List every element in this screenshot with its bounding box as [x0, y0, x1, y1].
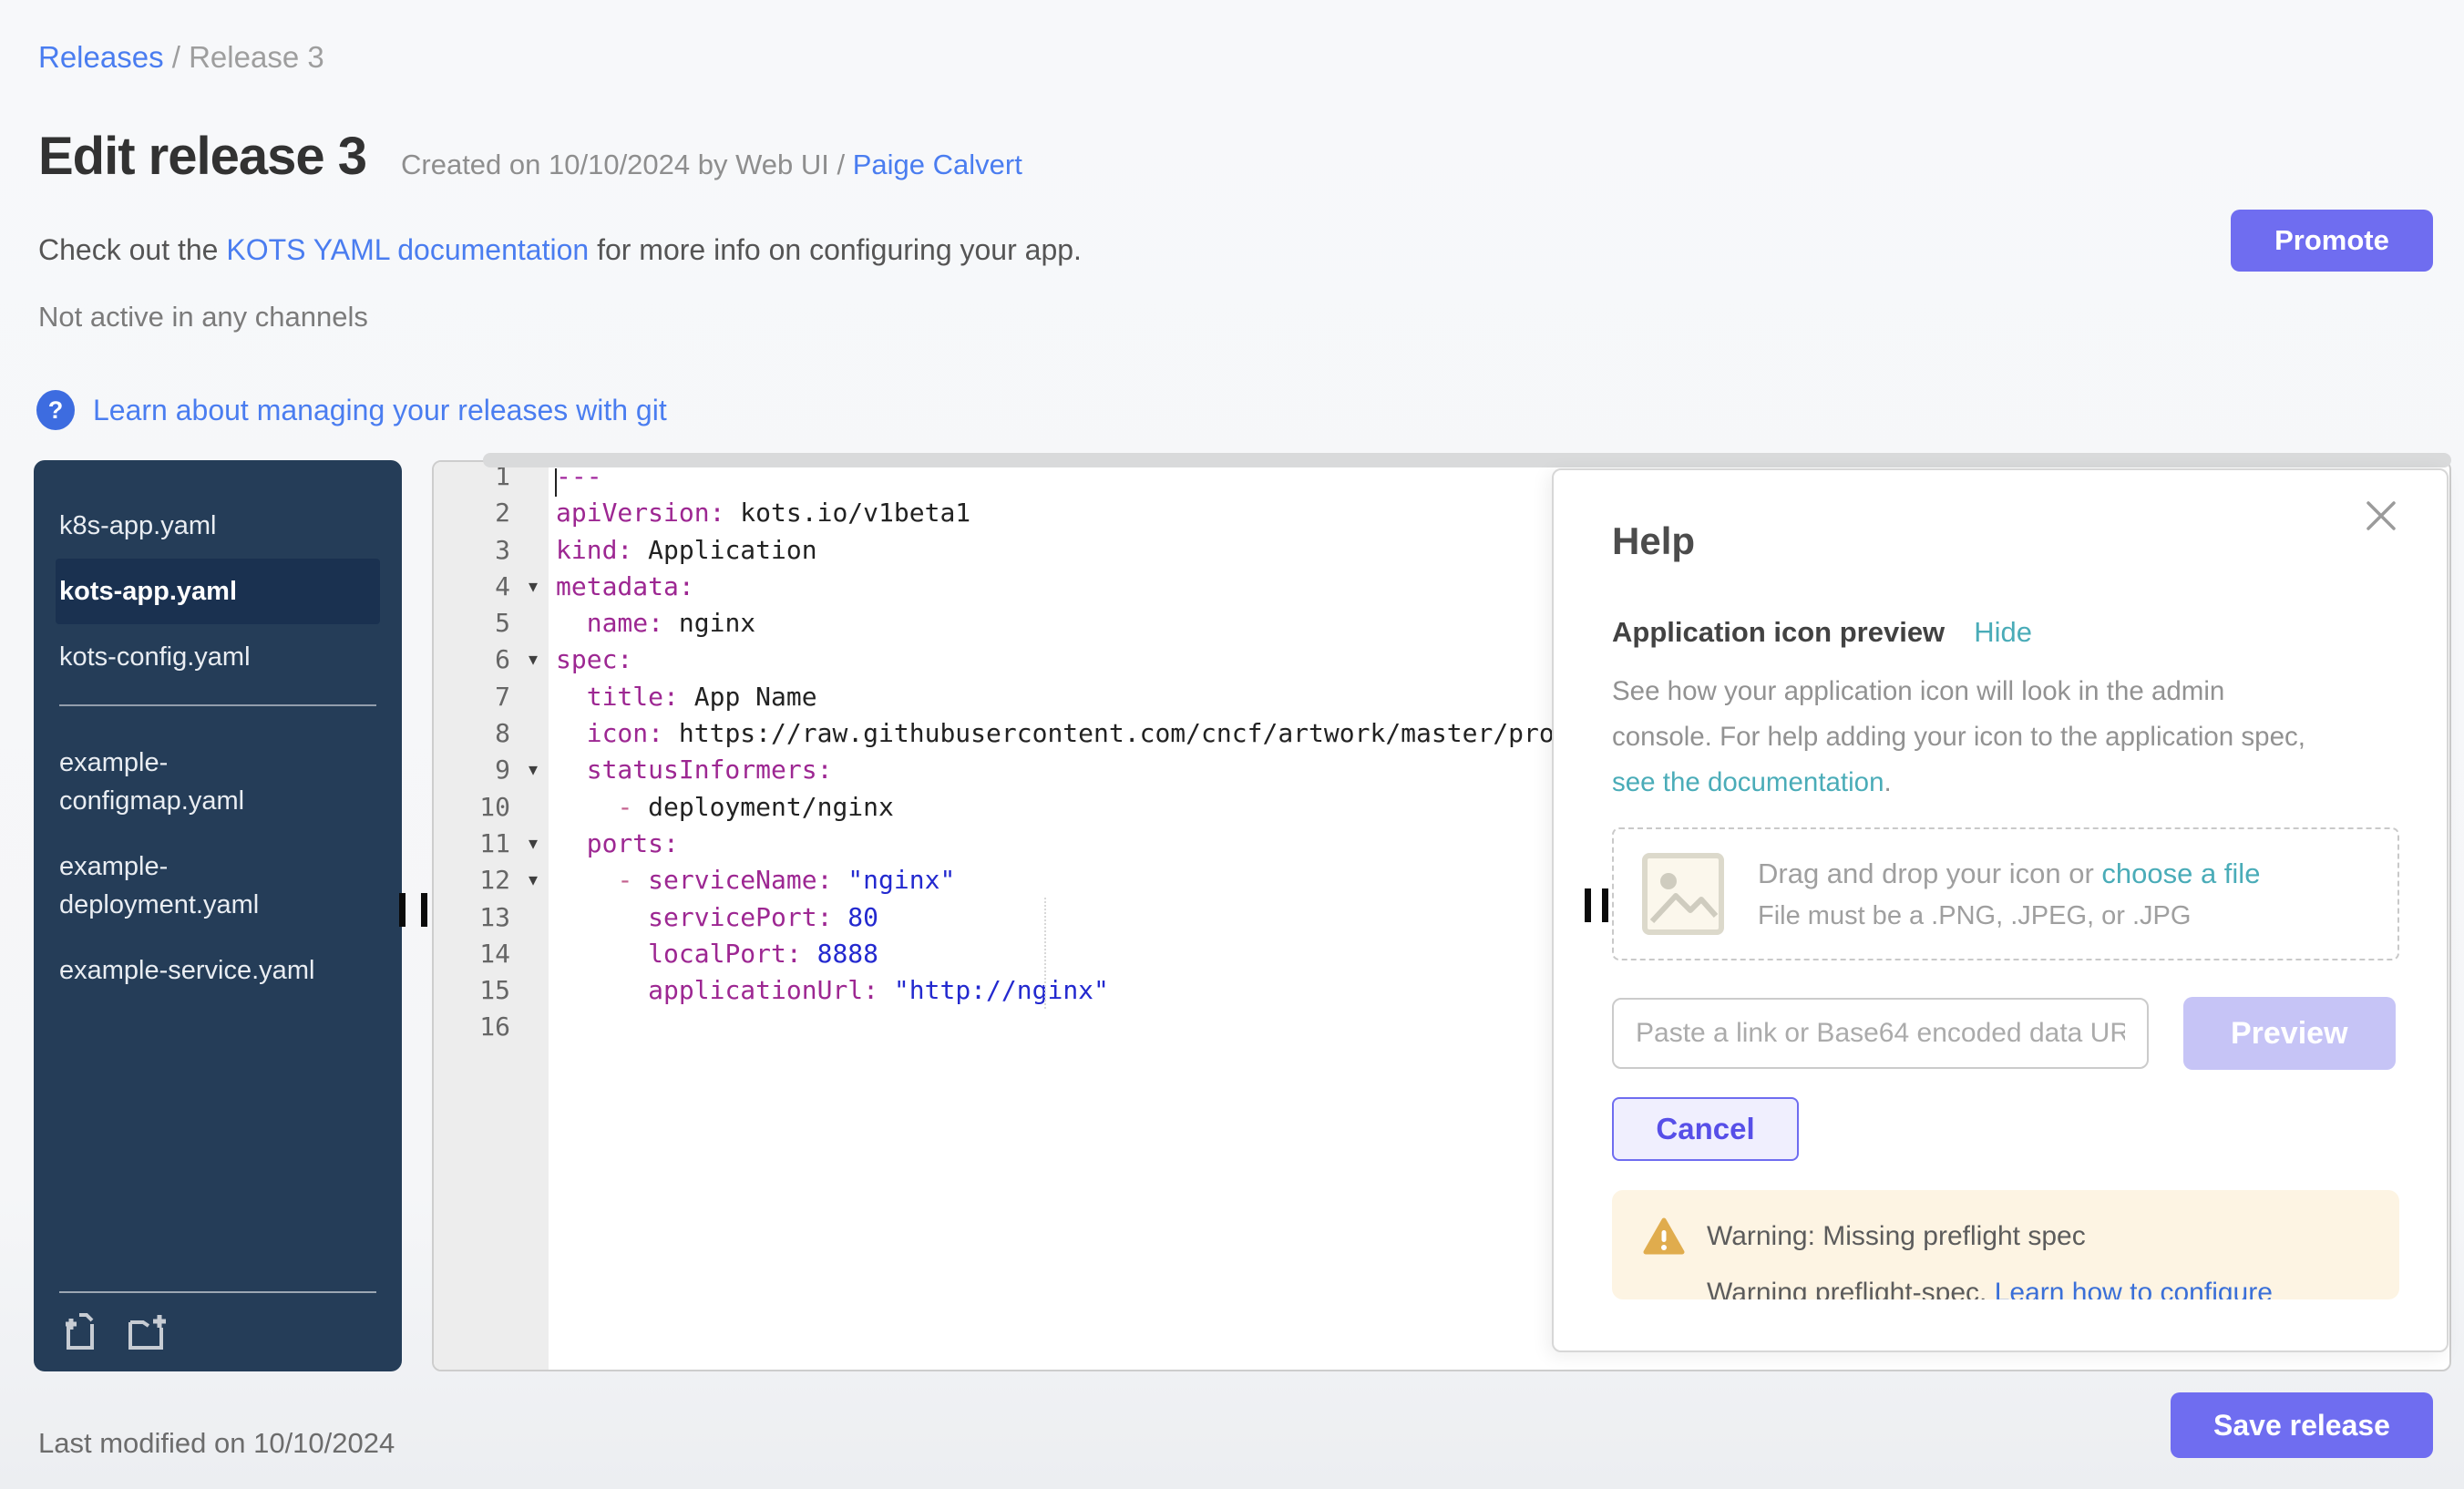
add-file-icon[interactable]	[59, 1309, 103, 1353]
breadcrumb-releases-link[interactable]: Releases	[38, 40, 164, 74]
promote-button[interactable]: Promote	[2231, 210, 2433, 272]
fold-spacer	[510, 679, 556, 715]
icon-dropzone[interactable]: Drag and drop your icon or choose a file…	[1612, 827, 2399, 960]
fold-spacer	[510, 936, 556, 972]
fold-spacer	[510, 605, 556, 642]
docs-line: Check out the KOTS YAML documentation fo…	[38, 233, 1082, 267]
choose-a-file-link[interactable]: choose a file	[2101, 857, 2260, 889]
breadcrumb-separator: /	[164, 40, 190, 74]
fold-arrow-icon[interactable]: ▾	[510, 826, 556, 862]
sidebar-resize-handle-right-bar[interactable]	[421, 893, 427, 927]
warning-detail: Warning preflight-spec. Learn how to con…	[1707, 1278, 2399, 1299]
file-tree-item[interactable]: example-configmap.yaml	[56, 730, 380, 834]
breadcrumb: Releases / Release 3	[38, 40, 324, 75]
file-tree-item[interactable]: kots-config.yaml	[56, 624, 380, 690]
preview-button[interactable]: Preview	[2183, 997, 2396, 1070]
text-cursor	[555, 468, 557, 497]
author-link[interactable]: Paige Calvert	[853, 149, 1022, 180]
page-title: Edit release 3	[38, 126, 366, 187]
created-info: Created on 10/10/2024 by Web UI / Paige …	[401, 149, 1022, 181]
title-row: Edit release 3 Created on 10/10/2024 by …	[38, 126, 1022, 187]
close-icon[interactable]	[2361, 496, 2401, 536]
fold-arrow-icon[interactable]: ▾	[510, 569, 556, 605]
help-resize-handle-left-bar[interactable]	[1585, 888, 1591, 922]
fold-arrow-icon[interactable]: ▾	[510, 752, 556, 788]
dropzone-instruction: Drag and drop your icon or choose a file	[1758, 857, 2260, 890]
image-placeholder-icon	[1641, 852, 1725, 936]
file-tree-sidebar: k8s-app.yamlkots-app.yamlkots-config.yam…	[34, 460, 402, 1371]
fold-spacer	[510, 789, 556, 826]
icon-preview-description: See how your application icon will look …	[1612, 669, 2396, 806]
help-panel: Help Application icon preview Hide See h…	[1552, 468, 2449, 1352]
sidebar-resize-handle-left-bar[interactable]	[399, 893, 406, 927]
sidebar-bottom-bar	[34, 1291, 402, 1371]
fold-spacer	[510, 495, 556, 531]
fold-spacer	[510, 1009, 556, 1045]
fold-spacer	[510, 532, 556, 569]
sidebar-bottom-divider	[59, 1291, 376, 1293]
file-tree-item[interactable]: k8s-app.yaml	[56, 493, 380, 559]
file-list: k8s-app.yamlkots-app.yamlkots-config.yam…	[34, 460, 402, 1003]
dropzone-file-rule: File must be a .PNG, .JPEG, or .JPG	[1758, 901, 2260, 931]
fold-arrow-icon[interactable]: ▾	[510, 642, 556, 678]
fold-arrow-icon[interactable]: ▾	[510, 862, 556, 899]
help-resize-handle-right-bar[interactable]	[1602, 888, 1608, 922]
learn-how-to-configure-link[interactable]: Learn how to configure	[1995, 1278, 2273, 1299]
icon-preview-section-title: Application icon preview	[1612, 616, 1945, 649]
file-tree-item[interactable]: example-service.yaml	[56, 938, 380, 1003]
channel-status: Not active in any channels	[38, 301, 368, 334]
breadcrumb-current: Release 3	[189, 40, 324, 74]
help-title: Help	[1612, 519, 2396, 563]
last-modified-label: Last modified on 10/10/2024	[38, 1427, 395, 1460]
fold-spacer	[510, 899, 556, 936]
see-documentation-link[interactable]: see the documentation	[1612, 767, 1884, 797]
fold-spacer	[510, 972, 556, 1009]
file-tree-item[interactable]: example-deployment.yaml	[56, 834, 380, 938]
horizontal-scrollbar[interactable]	[483, 453, 2451, 467]
add-folder-icon[interactable]	[127, 1309, 170, 1353]
hide-link[interactable]: Hide	[1974, 616, 2032, 649]
git-help-link[interactable]: Learn about managing your releases with …	[93, 394, 667, 427]
kots-yaml-docs-link[interactable]: KOTS YAML documentation	[226, 233, 589, 266]
file-tree-item[interactable]: kots-app.yaml	[56, 559, 380, 624]
warning-title: Warning: Missing preflight spec	[1707, 1221, 2086, 1252]
save-release-button[interactable]: Save release	[2171, 1392, 2433, 1458]
file-group-divider	[59, 704, 376, 706]
cancel-button[interactable]: Cancel	[1612, 1097, 1799, 1161]
question-mark-icon: ?	[36, 390, 75, 430]
icon-url-input[interactable]	[1612, 998, 2149, 1069]
fold-spacer	[510, 715, 556, 752]
warning-triangle-icon	[1643, 1217, 1685, 1256]
indent-guide	[1044, 898, 1046, 1009]
git-help-row[interactable]: ? Learn about managing your releases wit…	[36, 390, 667, 430]
preflight-warning-box: Warning: Missing preflight spec Warning …	[1612, 1190, 2399, 1299]
